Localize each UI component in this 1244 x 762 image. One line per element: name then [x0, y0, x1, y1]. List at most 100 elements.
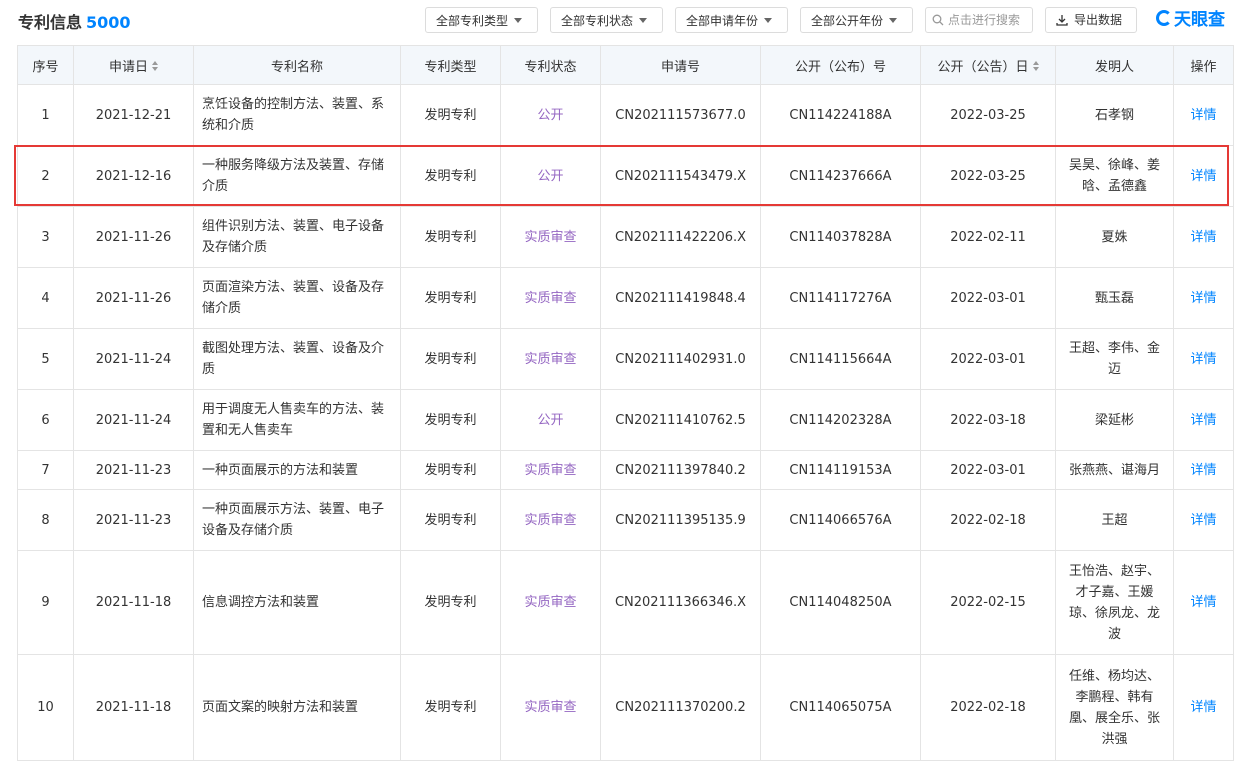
patent-name: 一种页面展示方法、装置、电子设备及存储介质: [202, 502, 385, 538]
patent-name: 组件识别方法、装置、电子设备及存储介质: [202, 219, 385, 255]
row-index: 10: [37, 700, 54, 715]
patent-type: 发明专利: [424, 595, 477, 610]
search-input[interactable]: 点击进行搜索: [925, 7, 1033, 33]
table-header-row: 序号 申请日 专利名称 专利类型 专利状态 申请号 公开（公布）号 公开（公告）…: [17, 45, 1234, 85]
publication-number: CN114202328A: [789, 412, 892, 428]
cell-publication-number: CN114066576A: [760, 489, 921, 551]
application-year-filter[interactable]: 全部申请年份: [675, 7, 788, 33]
application-date: 2021-12-16: [95, 168, 172, 184]
table-row: 4 2021-11-26 页面渲染方法、装置、设备及存储介质 发明专利 实质审查 CN20…: [17, 267, 1234, 329]
column-header-label: 专利状态: [524, 59, 577, 75]
sort-icon[interactable]: [152, 61, 158, 71]
column-header-label: 公开（公告）日: [937, 59, 1029, 75]
page-title: 专利信息 5000: [18, 9, 131, 33]
chevron-down-icon: [514, 18, 523, 23]
details-link[interactable]: 详情: [1190, 595, 1216, 610]
details-link[interactable]: 详情: [1190, 108, 1216, 123]
patent-type: 发明专利: [424, 462, 477, 478]
row-index: 1: [41, 107, 50, 123]
row-index: 2: [41, 168, 50, 184]
cell-publication-number: CN114119153A: [760, 450, 921, 490]
application-date: 2021-11-24: [95, 351, 172, 367]
publication-year-filter[interactable]: 全部公开年份: [800, 7, 913, 33]
column-header-publication-date[interactable]: 公开（公告）日: [920, 45, 1056, 85]
application-number: CN202111397840.2: [615, 462, 746, 478]
cell-application-number: CN202111397840.2: [600, 450, 761, 490]
cell-patent-name: 截图处理方法、装置、设备及介质: [193, 328, 401, 390]
cell-inventors: 王超: [1055, 489, 1174, 551]
publication-date: 2022-02-15: [950, 595, 1026, 610]
table-row: 6 2021-11-24 用于调度无人售卖车的方法、装置和无人售卖车 发明专利 公开 CN…: [17, 389, 1234, 451]
details-link[interactable]: 详情: [1190, 700, 1216, 715]
publication-date: 2022-03-18: [950, 412, 1026, 428]
publication-number: CN114224188A: [789, 107, 892, 123]
cell-patent-type: 发明专利: [400, 145, 501, 207]
publication-date: 2022-03-25: [950, 168, 1026, 184]
details-link[interactable]: 详情: [1190, 413, 1216, 428]
chevron-down-icon: [639, 18, 648, 23]
application-date: 2021-11-26: [95, 290, 172, 306]
search-placeholder: 点击进行搜索: [948, 13, 1021, 27]
cell-application-number: CN202111419848.4: [600, 267, 761, 329]
patent-status-filter[interactable]: 全部专利状态: [550, 7, 663, 33]
patent-type: 发明专利: [424, 412, 477, 428]
details-link[interactable]: 详情: [1190, 291, 1216, 306]
cell-details-link: 详情: [1173, 550, 1234, 655]
cell-details-link: 详情: [1173, 328, 1234, 390]
sort-icon[interactable]: [1032, 61, 1039, 71]
details-link[interactable]: 详情: [1190, 230, 1216, 245]
cell-publication-date: 2022-02-11: [920, 206, 1056, 268]
cell-patent-type: 发明专利: [400, 389, 501, 451]
cell-application-date: 2021-11-24: [73, 389, 194, 451]
application-number: CN202111573677.0: [615, 107, 746, 123]
publication-year-filter-label: 全部公开年份: [811, 14, 884, 28]
inventors: 梁延彬: [1094, 412, 1134, 428]
cell-details-link: 详情: [1173, 450, 1234, 490]
cell-publication-date: 2022-02-18: [920, 654, 1056, 761]
row-index: 3: [41, 229, 50, 245]
column-header-application-date[interactable]: 申请日: [73, 45, 194, 85]
toolbar: 专利信息 5000 全部专利类型 全部专利状态 全部申请年份 全部公开年份 点击进…: [0, 0, 1244, 40]
application-number: CN202111395135.9: [615, 512, 746, 528]
cell-details-link: 详情: [1173, 489, 1234, 551]
details-link[interactable]: 详情: [1190, 463, 1216, 478]
cell-publication-number: CN114115664A: [760, 328, 921, 390]
application-number: CN202111402931.0: [615, 351, 746, 367]
cell-patent-status: 实质审查: [500, 489, 601, 551]
patent-status: 实质审查: [524, 351, 577, 367]
row-index: 6: [41, 412, 50, 428]
patent-name: 一种服务降级方法及装置、存储介质: [202, 158, 385, 194]
patent-status: 公开: [537, 107, 564, 123]
details-link[interactable]: 详情: [1190, 513, 1216, 528]
patent-name: 页面渲染方法、装置、设备及存储介质: [202, 280, 385, 316]
details-link[interactable]: 详情: [1190, 352, 1216, 367]
cell-patent-status: 实质审查: [500, 450, 601, 490]
cell-inventors: 石孝钢: [1055, 84, 1174, 146]
column-header-inventors: 发明人: [1055, 45, 1174, 85]
application-number: CN202111422206.X: [614, 229, 747, 245]
cell-application-date: 2021-11-24: [73, 328, 194, 390]
table-row: 2 2021-12-16 一种服务降级方法及装置、存储介质 发明专利 公开 CN20211…: [17, 145, 1234, 207]
cell-publication-number: CN114237666A: [760, 145, 921, 207]
details-link[interactable]: 详情: [1190, 169, 1216, 184]
row-index: 9: [41, 595, 50, 610]
column-header-label: 专利类型: [424, 59, 477, 75]
patent-type-filter[interactable]: 全部专利类型: [425, 7, 538, 33]
table-row: 8 2021-11-23 一种页面展示方法、装置、电子设备及存储介质 发明专利 实质审查…: [17, 489, 1234, 551]
patent-name: 截图处理方法、装置、设备及介质: [202, 341, 385, 377]
patent-name: 页面文案的映射方法和装置: [202, 700, 359, 715]
column-header-application-number: 申请号: [600, 45, 761, 85]
export-button[interactable]: 导出数据: [1045, 7, 1137, 33]
cell-patent-status: 实质审查: [500, 654, 601, 761]
cell-patent-type: 发明专利: [400, 267, 501, 329]
cell-application-date: 2021-11-26: [73, 267, 194, 329]
cell-publication-number: CN114048250A: [760, 550, 921, 655]
patent-type: 发明专利: [424, 700, 477, 715]
cell-application-date: 2021-12-21: [73, 84, 194, 146]
cell-row-index: 7: [17, 450, 74, 490]
inventors: 张燕燕、谌海月: [1068, 462, 1160, 478]
cell-application-number: CN202111573677.0: [600, 84, 761, 146]
column-header-patent-status: 专利状态: [500, 45, 601, 85]
publication-date: 2022-02-18: [950, 512, 1026, 528]
patent-status: 公开: [537, 412, 564, 428]
